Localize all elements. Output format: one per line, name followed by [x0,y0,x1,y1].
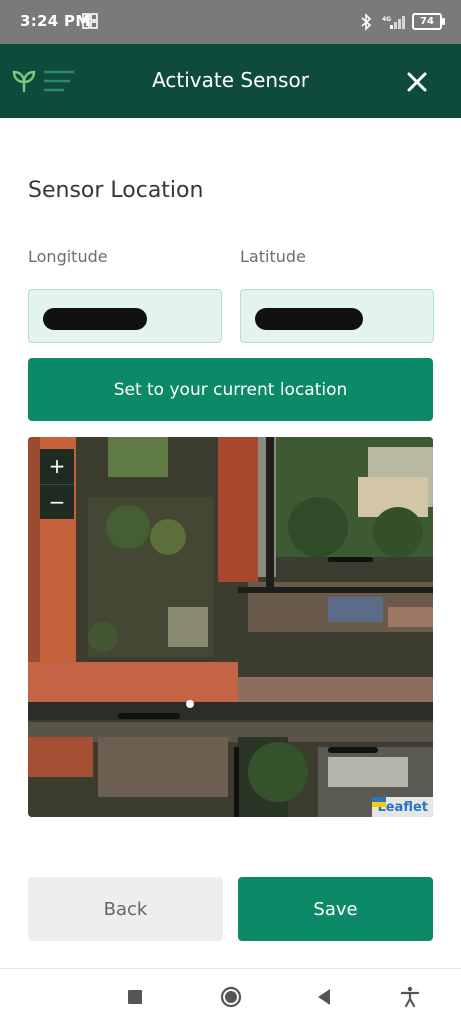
back-button[interactable]: Back [28,877,223,941]
recent-apps-icon[interactable] [123,985,147,1009]
ukraine-flag-icon [372,797,387,807]
longitude-input[interactable] [28,289,222,343]
page-title: Activate Sensor [152,68,309,92]
svg-text:4G: 4G [382,16,391,23]
app-header: Activate Sensor [0,44,461,118]
satellite-map-image [28,437,433,817]
zoom-out-button[interactable]: − [40,484,74,520]
grid-icon [82,13,98,29]
back-icon[interactable] [313,985,337,1009]
set-current-location-button[interactable]: Set to your current location [28,358,433,421]
longitude-label: Longitude [28,247,108,266]
latitude-label: Latitude [240,247,306,266]
home-icon[interactable] [219,985,243,1009]
bluetooth-icon [361,13,372,31]
status-bar: 3:24 PM 4G 74 [0,0,461,44]
system-nav-bar [0,968,461,1025]
battery-icon: 74 [412,13,445,30]
save-button[interactable]: Save [238,877,433,941]
status-time: 3:24 PM [20,12,91,30]
redacted-value [255,308,363,330]
accessibility-icon[interactable] [398,985,422,1009]
section-title: Sensor Location [28,178,204,203]
map-view[interactable]: + − Leaflet [28,437,433,817]
zoom-control: + − [40,449,74,519]
zoom-in-button[interactable]: + [40,449,74,484]
map-attribution[interactable]: Leaflet [372,797,433,817]
signal-icon: 4G [382,16,405,29]
redacted-value [43,308,147,330]
latitude-input[interactable] [240,289,434,343]
close-icon[interactable] [405,70,429,94]
